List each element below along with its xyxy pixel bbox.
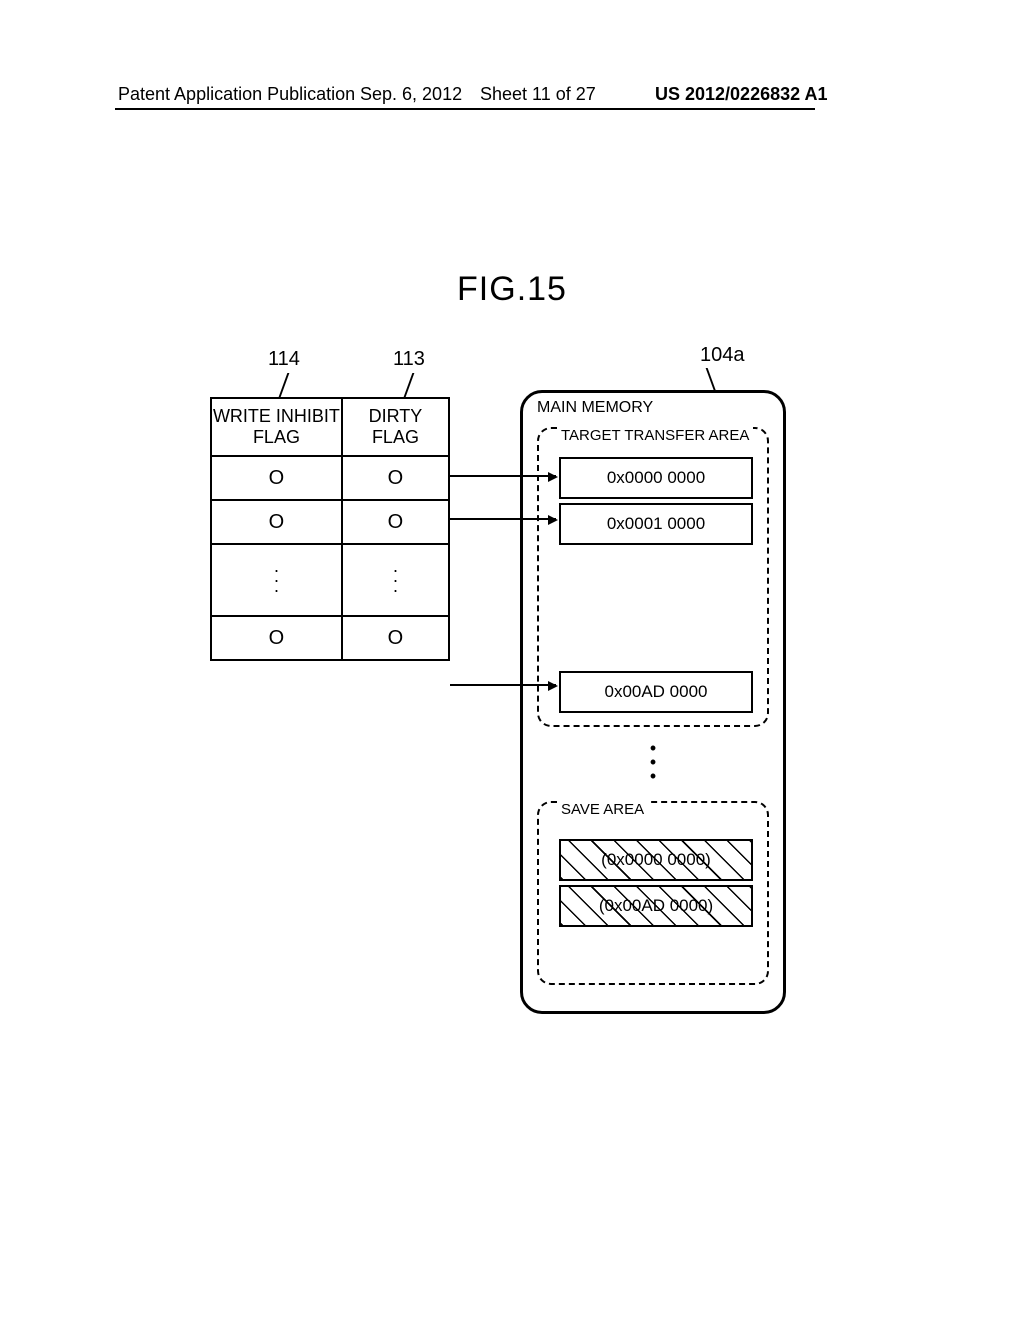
main-memory-box: MAIN MEMORY TARGET TRANSFER AREA 0x0000 … [520,390,786,1014]
col-write-inhibit: WRITE INHIBIT FLAG [212,406,341,448]
header-rule [115,108,815,110]
ellipsis-icon: ··· [342,544,449,616]
header-sheet: Sheet 11 of 27 [480,84,596,105]
target-area-title: TARGET TRANSFER AREA [557,427,753,444]
ellipsis-icon: ··· [211,544,342,616]
leader-114 [283,373,299,397]
ref-113: 113 [393,348,425,371]
header-pubno: US 2012/0226832 A1 [655,84,827,105]
table-row: O O [211,616,449,660]
cell-df: O [342,616,449,660]
leader-104a [710,368,726,392]
cell-wif: O [211,456,342,500]
leader-113 [408,373,424,397]
memory-cell-hatched: (0x00AD 0000) [559,885,753,927]
flag-table: WRITE INHIBIT FLAG DIRTY FLAG O O O O ··… [210,397,450,661]
table-row: O O [211,456,449,500]
table-ellipsis-row: ··· ··· [211,544,449,616]
memory-cell: 0x0000 0000 [559,457,753,499]
cell-wif: O [211,500,342,544]
cell-df: O [342,456,449,500]
ref-104a: 104a [700,344,745,367]
save-area-title: SAVE AREA [557,801,648,818]
ellipsis-icon: ••• [650,739,656,785]
col-dirty-flag: DIRTY FLAG [343,406,448,448]
header-date: Sep. 6, 2012 [360,84,462,105]
header-left: Patent Application Publication [118,84,355,105]
main-memory-label: MAIN MEMORY [537,399,653,417]
figure-title: FIG.15 [0,270,1024,309]
ref-114: 114 [268,348,300,371]
memory-cell-hatched: (0x0000 0000) [559,839,753,881]
memory-cell: 0x00AD 0000 [559,671,753,713]
target-transfer-area: TARGET TRANSFER AREA 0x0000 0000 0x0001 … [537,427,769,727]
cell-wif: O [211,616,342,660]
save-area: SAVE AREA (0x0000 0000) (0x00AD 0000) [537,801,769,985]
cell-df: O [342,500,449,544]
memory-cell: 0x0001 0000 [559,503,753,545]
table-row: O O [211,500,449,544]
